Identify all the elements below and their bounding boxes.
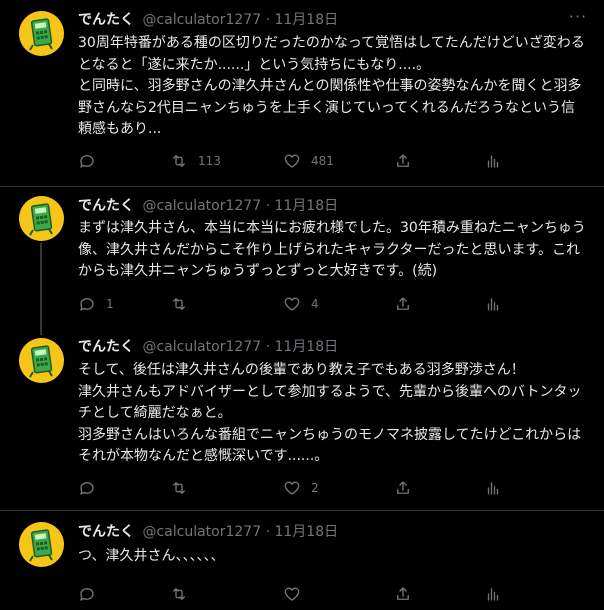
tweet-actions: 1 4 [78, 294, 508, 314]
like-count: 4 [311, 297, 319, 311]
reply-button[interactable] [78, 584, 106, 604]
reply-button[interactable] [78, 151, 106, 171]
like-count: 2 [311, 481, 319, 495]
analytics-button[interactable] [484, 478, 502, 498]
display-name[interactable]: でんたく [78, 12, 134, 28]
retweet-icon [173, 482, 185, 494]
tweet[interactable]: でんたく @calculator1277 · 11月18日 つ、津久井さん、、、… [0, 511, 604, 610]
handle[interactable]: @calculator1277 [142, 198, 261, 214]
calculator-avatar-icon [29, 345, 53, 378]
timestamp[interactable]: 11月18日 [274, 198, 338, 214]
like-button[interactable]: 4 [283, 294, 319, 314]
separator-dot: · [265, 198, 271, 214]
share-icon [397, 587, 409, 600]
like-button[interactable]: 2 [283, 478, 319, 498]
retweet-icon [173, 298, 185, 310]
like-count: 481 [311, 154, 334, 168]
analytics-icon [487, 482, 499, 495]
retweet-button[interactable] [170, 294, 198, 314]
analytics-icon [487, 298, 499, 311]
reply-button[interactable]: 1 [78, 294, 114, 314]
tweet-header: でんたく @calculator1277 · 11月18日 [78, 196, 338, 216]
display-name[interactable]: でんたく [78, 198, 134, 214]
analytics-button[interactable] [484, 584, 502, 604]
separator-dot: · [265, 339, 271, 355]
reply-icon [80, 588, 94, 601]
tweet-header: でんたく @calculator1277 · 11月18日 [78, 337, 338, 357]
share-button[interactable] [394, 478, 412, 498]
avatar[interactable] [19, 522, 64, 567]
calculator-avatar-icon [29, 529, 53, 562]
avatar[interactable] [19, 338, 64, 383]
more-icon[interactable]: ··· [568, 9, 588, 30]
analytics-button[interactable] [484, 294, 502, 314]
retweet-icon [173, 588, 185, 600]
thread-line [40, 243, 42, 335]
reply-icon [80, 298, 94, 311]
timestamp[interactable]: 11月18日 [274, 524, 338, 540]
reply-icon [80, 482, 94, 495]
tweet-feed: でんたく @calculator1277 · 11月18日 ··· 30周年特番… [0, 0, 604, 610]
retweet-icon [173, 155, 185, 167]
display-name[interactable]: でんたく [78, 524, 134, 540]
tweet-text: 30周年特番がある種の区切りだったのかなって覚悟はしてたんだけどいざ変わるとなる… [78, 35, 585, 137]
tweet-header: でんたく @calculator1277 · 11月18日 [78, 522, 338, 542]
calculator-avatar-icon [29, 18, 53, 51]
like-button[interactable]: 481 [283, 151, 334, 171]
handle[interactable]: @calculator1277 [142, 339, 261, 355]
share-icon [397, 297, 409, 310]
share-icon [397, 154, 409, 167]
tweet-header: でんたく @calculator1277 · 11月18日 [78, 10, 338, 30]
handle[interactable]: @calculator1277 [142, 524, 261, 540]
tweet-actions: 2 [78, 478, 508, 498]
calculator-avatar-icon [29, 203, 53, 236]
reply-button[interactable] [78, 478, 106, 498]
separator-dot: · [265, 12, 271, 28]
tweet-text: そして、後任は津久井さんの後輩であり教え子でもある羽多野渉さん！ 津久井さんもア… [78, 362, 582, 464]
analytics-icon [487, 588, 499, 601]
display-name[interactable]: でんたく [78, 339, 134, 355]
share-button[interactable] [394, 584, 412, 604]
share-button[interactable] [394, 151, 412, 171]
tweet[interactable]: でんたく @calculator1277 · 11月18日 まずは津久井さん、本… [0, 187, 604, 335]
tweet-actions: 113 481 [78, 151, 508, 171]
analytics-button[interactable] [484, 151, 502, 171]
heart-icon [284, 297, 300, 311]
handle[interactable]: @calculator1277 [142, 12, 261, 28]
heart-icon [284, 587, 300, 601]
avatar[interactable] [19, 11, 64, 56]
tweet-text: つ、津久井さん、、、、、、 [78, 548, 225, 564]
tweet[interactable]: でんたく @calculator1277 · 11月18日 ··· 30周年特番… [0, 0, 604, 186]
share-icon [397, 481, 409, 494]
timestamp[interactable]: 11月18日 [274, 339, 338, 355]
share-button[interactable] [394, 294, 412, 314]
retweet-button[interactable] [170, 478, 198, 498]
tweet[interactable]: でんたく @calculator1277 · 11月18日 そして、後任は津久井… [0, 327, 604, 510]
reply-icon [80, 155, 94, 168]
heart-icon [284, 154, 300, 168]
tweet-text: まずは津久井さん、本当に本当にお疲れ様でした。30年積み重ねたニャンちゅう像、津… [78, 220, 586, 279]
timestamp[interactable]: 11月18日 [274, 12, 338, 28]
like-button[interactable] [283, 584, 311, 604]
separator-dot: · [265, 524, 271, 540]
retweet-count: 113 [198, 154, 221, 168]
heart-icon [284, 481, 300, 495]
tweet-actions [78, 584, 508, 604]
analytics-icon [487, 155, 499, 168]
reply-count: 1 [106, 297, 114, 311]
retweet-button[interactable] [170, 584, 198, 604]
retweet-button[interactable]: 113 [170, 151, 221, 171]
avatar[interactable] [19, 196, 64, 241]
